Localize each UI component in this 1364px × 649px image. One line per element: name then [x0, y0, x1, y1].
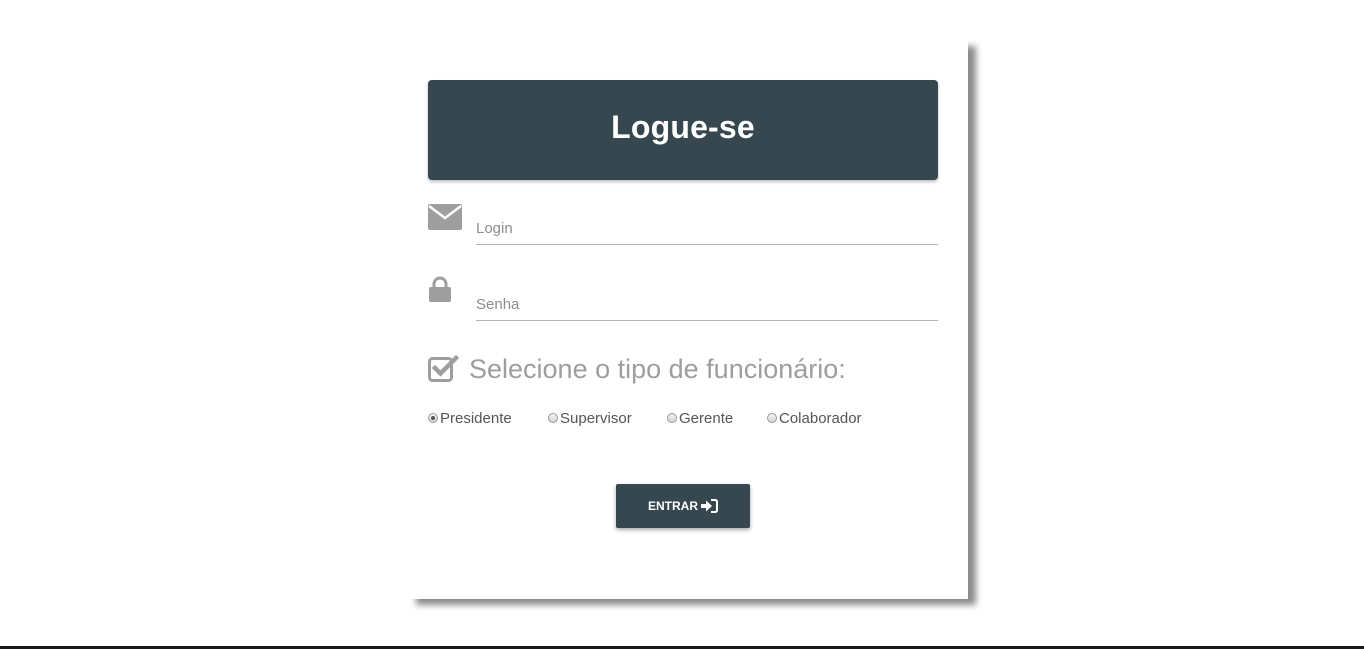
radio-label: Presidente: [440, 409, 512, 427]
radio-button[interactable]: [767, 413, 777, 423]
login-field: [428, 204, 938, 254]
submit-label: ENTRAR: [648, 499, 698, 513]
radio-button[interactable]: [428, 413, 438, 423]
radio-colaborador[interactable]: Colaborador: [767, 410, 862, 427]
radio-button[interactable]: [548, 413, 558, 423]
senha-input[interactable]: [476, 288, 938, 321]
envelope-icon: [428, 204, 462, 234]
login-header: Logue-se: [428, 80, 938, 180]
radio-button[interactable]: [667, 413, 677, 423]
radio-supervisor[interactable]: Supervisor: [548, 410, 667, 427]
login-input[interactable]: [476, 212, 938, 245]
employee-type-label: Selecione o tipo de funcionário:: [469, 353, 846, 384]
page-title: Logue-se: [611, 108, 755, 145]
page: Logue-se Login Selecione o tipo de funci…: [0, 0, 1364, 649]
senha-field: [428, 276, 938, 330]
radio-label: Gerente: [679, 409, 734, 427]
radio-presidente[interactable]: Presidente: [428, 410, 548, 427]
radio-label: Supervisor: [560, 409, 632, 427]
radio-gerente[interactable]: Gerente: [667, 410, 767, 427]
employee-type-radio-group: Presidente Supervisor Gerente Colaborado…: [428, 408, 862, 428]
submit-button[interactable]: ENTRAR: [616, 484, 750, 528]
radio-label: Colaborador: [779, 409, 862, 427]
employee-type-heading: Selecione o tipo de funcionário:: [428, 352, 846, 386]
sign-in-icon: [701, 499, 718, 513]
login-card: Logue-se Login Selecione o tipo de funci…: [408, 40, 968, 599]
check-square-icon: [428, 355, 459, 383]
lock-icon: [429, 276, 463, 306]
